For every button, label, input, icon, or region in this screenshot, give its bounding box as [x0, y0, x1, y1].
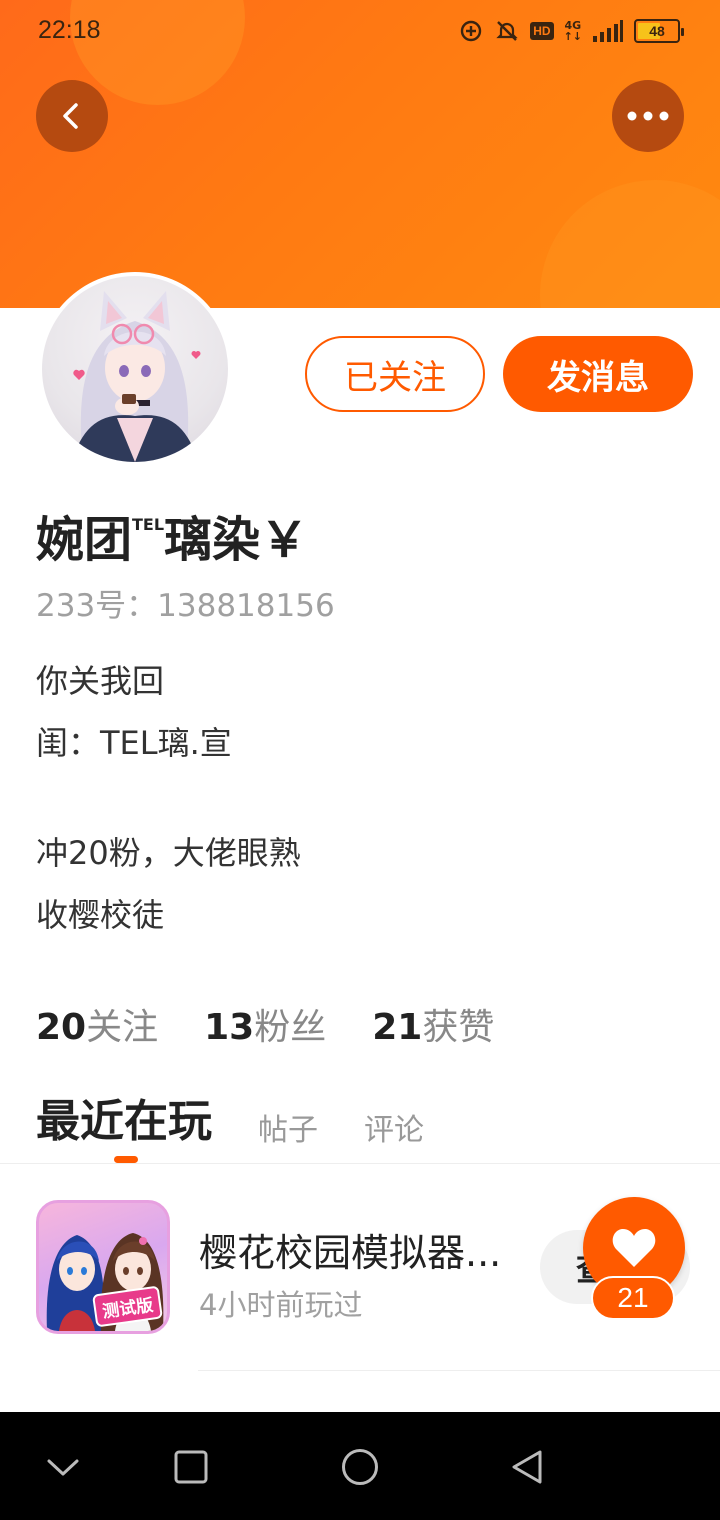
username-sup: TEL	[132, 515, 165, 534]
signal-icon	[592, 18, 624, 44]
avatar-image	[42, 276, 228, 462]
stat-number: 20	[36, 1007, 87, 1048]
chevron-left-icon	[63, 103, 78, 129]
send-message-button[interactable]: 发消息	[503, 336, 693, 412]
avatar[interactable]	[38, 272, 232, 466]
bio-line: 你关我回	[36, 662, 165, 700]
status-icons: HD 4G ↑↓ 48	[458, 18, 684, 44]
stat-likes[interactable]: 21获赞	[372, 998, 494, 1050]
status-time: 22:18	[38, 16, 101, 44]
game-title: 樱花校园模拟器...	[199, 1231, 502, 1275]
mute-bell-icon	[494, 18, 520, 44]
user-id: 233号：138818156	[36, 588, 335, 624]
stat-number: 21	[372, 1007, 423, 1048]
stat-label: 获赞	[422, 1007, 495, 1048]
nav-recents-button[interactable]	[166, 1442, 216, 1492]
active-tab-indicator	[114, 1156, 138, 1163]
divider	[198, 1370, 720, 1371]
circle-icon	[342, 1449, 378, 1485]
nav-home-button[interactable]	[335, 1442, 385, 1492]
nav-collapse-button[interactable]	[38, 1442, 88, 1492]
game-last-played: 4小时前玩过	[199, 1288, 363, 1322]
triangle-back-icon	[512, 1450, 542, 1484]
bio-line: 冲20粉，大佬眼熟	[36, 834, 301, 872]
stat-following[interactable]: 20关注	[36, 998, 158, 1050]
chevron-down-icon	[47, 1459, 79, 1476]
like-count-badge: 21	[591, 1276, 675, 1320]
nav-back-button[interactable]	[502, 1442, 552, 1492]
battery-level: 48	[649, 23, 665, 39]
username-prefix: 婉团	[36, 512, 133, 568]
bio: 你关我回 闺：TEL璃.宣 冲20粉，大佬眼熟 收樱校徒	[36, 650, 301, 946]
tab-posts[interactable]: 帖子	[258, 1105, 318, 1159]
data-saver-icon	[458, 18, 484, 44]
hd-badge: HD	[530, 22, 554, 40]
bio-line: 闺：TEL璃.宣	[36, 724, 232, 762]
username-suffix: 璃染￥	[164, 512, 309, 568]
network-4g-icon: 4G ↑↓	[563, 19, 582, 43]
heart-icon	[612, 1229, 656, 1267]
followed-button[interactable]: 已关注	[305, 336, 485, 412]
tab-recent-played[interactable]: 最近在玩	[36, 1085, 212, 1159]
profile-tabs: 最近在玩 帖子 评论	[36, 1085, 424, 1159]
back-button[interactable]	[36, 80, 108, 152]
stat-label: 粉丝	[254, 1007, 327, 1048]
more-button[interactable]	[612, 80, 684, 152]
status-bar: 22:18 HD 4G ↑↓ 48	[0, 0, 720, 62]
divider	[0, 1163, 720, 1164]
game-icon: 测试版	[36, 1200, 170, 1334]
bio-line: 收樱校徒	[36, 896, 165, 934]
stat-number: 13	[204, 1007, 255, 1048]
profile-stats: 20关注 13粉丝 21获赞	[36, 998, 494, 1050]
username: 婉团TEL璃染￥	[36, 500, 308, 570]
battery-indicator: 48	[634, 19, 684, 43]
stat-followers[interactable]: 13粉丝	[204, 998, 326, 1050]
bio-line	[36, 774, 301, 822]
tab-comments[interactable]: 评论	[364, 1105, 424, 1159]
square-icon	[174, 1450, 208, 1484]
more-horizontal-icon	[627, 111, 669, 121]
stat-label: 关注	[86, 1007, 159, 1048]
system-nav-bar	[0, 1412, 720, 1520]
